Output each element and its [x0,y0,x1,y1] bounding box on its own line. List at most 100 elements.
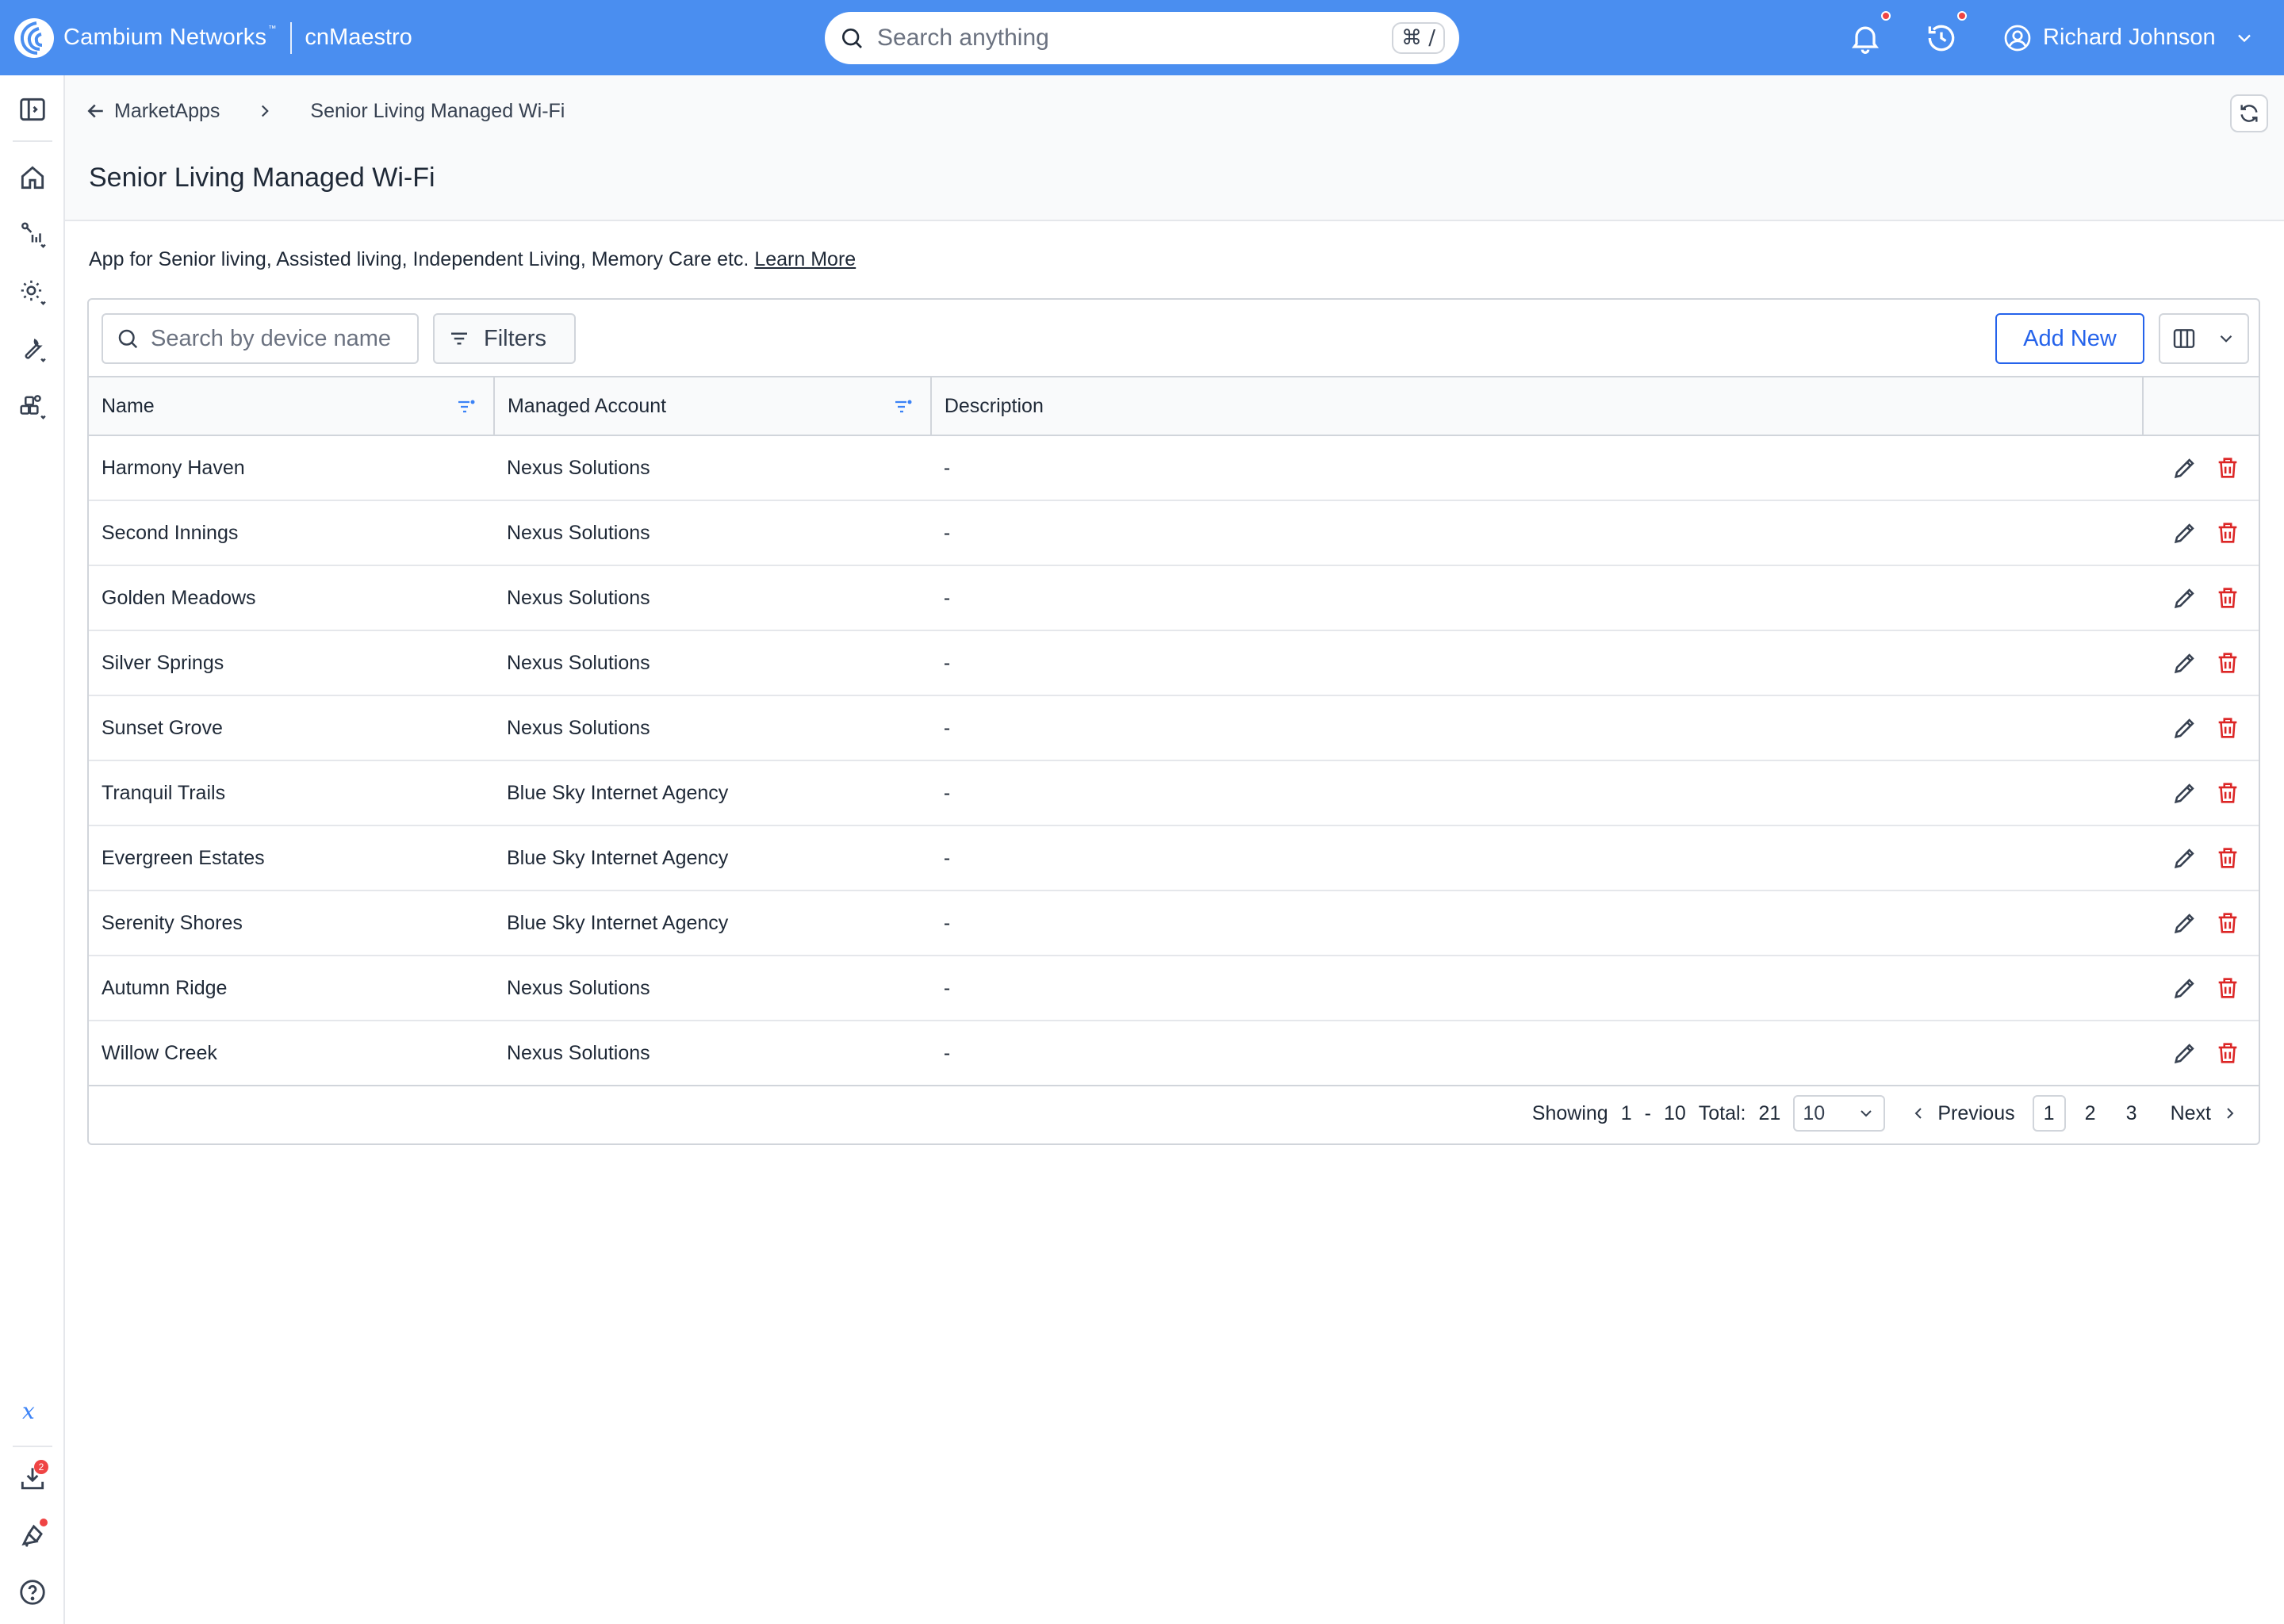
delete-icon[interactable] [2214,454,2241,481]
monitor-icon[interactable] [17,220,48,250]
page-title: Senior Living Managed Wi-Fi [89,163,435,193]
help-icon[interactable] [17,1577,48,1607]
delete-icon[interactable] [2214,910,2241,936]
activity-history-icon[interactable] [1924,21,1959,56]
page-3-button[interactable]: 3 [2115,1095,2148,1132]
page-size-select[interactable]: 10 [1793,1095,1886,1132]
table-row[interactable]: Sunset Grove Nexus Solutions - [89,695,2259,761]
table-row[interactable]: Golden Meadows Nexus Solutions - [89,565,2259,631]
delete-icon[interactable] [2214,649,2241,676]
breadcrumb: MarketApps Senior Living Managed Wi-Fi [84,95,565,127]
edit-icon[interactable] [2171,649,2198,676]
global-search[interactable]: ⌘ / [825,12,1459,64]
table-body: Harmony Haven Nexus Solutions - Second Inni… [89,435,2259,1086]
page-1-button[interactable]: 1 [2032,1095,2066,1132]
table-row[interactable]: Tranquil Trails Blue Sky Internet Agency - [89,760,2259,826]
edit-icon[interactable] [2171,845,2198,871]
table-row[interactable]: Silver Springs Nexus Solutions - [89,630,2259,696]
delete-icon[interactable] [2214,584,2241,611]
delete-icon[interactable] [2214,1040,2241,1067]
cell-description: - [930,891,2143,956]
learn-more-link[interactable]: Learn More [754,248,856,270]
search-icon [842,29,862,48]
table-row[interactable]: Willow Creek Nexus Solutions - [89,1021,2259,1086]
next-page-button[interactable]: Next [2171,1102,2240,1125]
cell-actions [2142,825,2259,891]
cell-description: - [930,760,2143,826]
filters-button[interactable]: Filters [433,313,576,364]
sort-icon[interactable] [894,398,913,416]
edit-icon[interactable] [2171,779,2198,806]
delete-icon[interactable] [2214,975,2241,1002]
user-circle-icon [2004,25,2031,51]
cell-actions [2142,565,2259,631]
table-row[interactable]: Autumn Ridge Nexus Solutions - [89,956,2259,1021]
cell-description: - [930,500,2143,566]
column-settings-button[interactable] [2159,313,2249,364]
column-header-name[interactable]: Name [89,376,495,436]
edit-icon[interactable] [2171,1040,2198,1067]
refresh-button[interactable] [2230,94,2268,132]
column-header-actions [2142,376,2259,436]
cell-actions [2142,1021,2259,1086]
table-row[interactable]: Harmony Haven Nexus Solutions - [89,435,2259,501]
add-new-button[interactable]: Add New [1995,313,2144,364]
arrow-left-icon[interactable] [84,99,108,123]
notification-dot [1881,11,1891,21]
table-row[interactable]: Second Innings Nexus Solutions - [89,500,2259,566]
search-shortcut-badge: ⌘ / [1391,22,1445,54]
previous-page-button[interactable]: Previous [1909,1102,2015,1125]
tools-icon[interactable] [17,334,48,364]
top-bar: Cambium Networks™ cnMaestro ⌘ / Richard … [0,0,2284,75]
sort-icon[interactable] [457,398,476,416]
device-search-input[interactable] [151,325,404,352]
breadcrumb-current: Senior Living Managed Wi-Fi [310,99,565,122]
cell-name: Serenity Shores [89,891,494,956]
cell-description: - [930,695,2143,761]
page-description: App for Senior living, Assisted living, … [89,248,856,271]
bell-icon[interactable] [1848,21,1883,56]
cell-name: Golden Meadows [89,565,494,631]
brand[interactable]: Cambium Networks ™ cnMaestro [13,0,412,75]
column-header-managed-account[interactable]: Managed Account [493,376,932,436]
cell-description: - [930,565,2143,631]
range-dash: - [1644,1101,1651,1124]
chevron-left-icon [1914,1108,1922,1119]
cell-name: Silver Springs [89,630,494,696]
edit-icon[interactable] [2171,975,2198,1002]
refresh-icon [2240,105,2258,122]
delete-icon[interactable] [2214,845,2241,871]
device-search[interactable] [102,313,419,364]
user-menu[interactable]: Richard Johnson [2003,0,2255,75]
edit-icon[interactable] [2171,584,2198,611]
sidebar-toggle-icon[interactable] [17,94,48,124]
range-end: 10 [1663,1101,1686,1124]
brand-divider [290,21,293,54]
cell-name: Harmony Haven [89,435,494,501]
breadcrumb-parent-link[interactable]: MarketApps [114,100,220,123]
delete-icon[interactable] [2214,779,2241,806]
global-search-input[interactable] [877,25,1392,52]
rail-divider [13,1446,52,1447]
table-row[interactable]: Serenity Shores Blue Sky Internet Agency - [89,891,2259,956]
user-name: Richard Johnson [2043,25,2216,50]
delete-icon[interactable] [2214,714,2241,741]
edit-icon[interactable] [2171,714,2198,741]
edit-icon[interactable] [2171,454,2198,481]
cell-description: - [930,1021,2143,1086]
brand-product-name: cnMaestro [305,25,412,50]
edit-icon[interactable] [2171,519,2198,546]
apps-icon[interactable] [17,391,48,421]
cell-name: Evergreen Estates [89,825,494,891]
delete-icon[interactable] [2214,519,2241,546]
edit-icon[interactable] [2171,910,2198,936]
chevron-right-icon [262,105,270,117]
configure-icon[interactable] [17,277,48,307]
home-icon[interactable] [17,163,48,193]
table-row[interactable]: Evergreen Estates Blue Sky Internet Agenc… [89,825,2259,891]
total-count: 21 [1758,1101,1781,1124]
cell-actions [2142,500,2259,566]
cell-managed-account: Nexus Solutions [493,1021,931,1086]
x-logo-icon[interactable]: x [22,1398,35,1424]
page-2-button[interactable]: 2 [2074,1095,2107,1132]
